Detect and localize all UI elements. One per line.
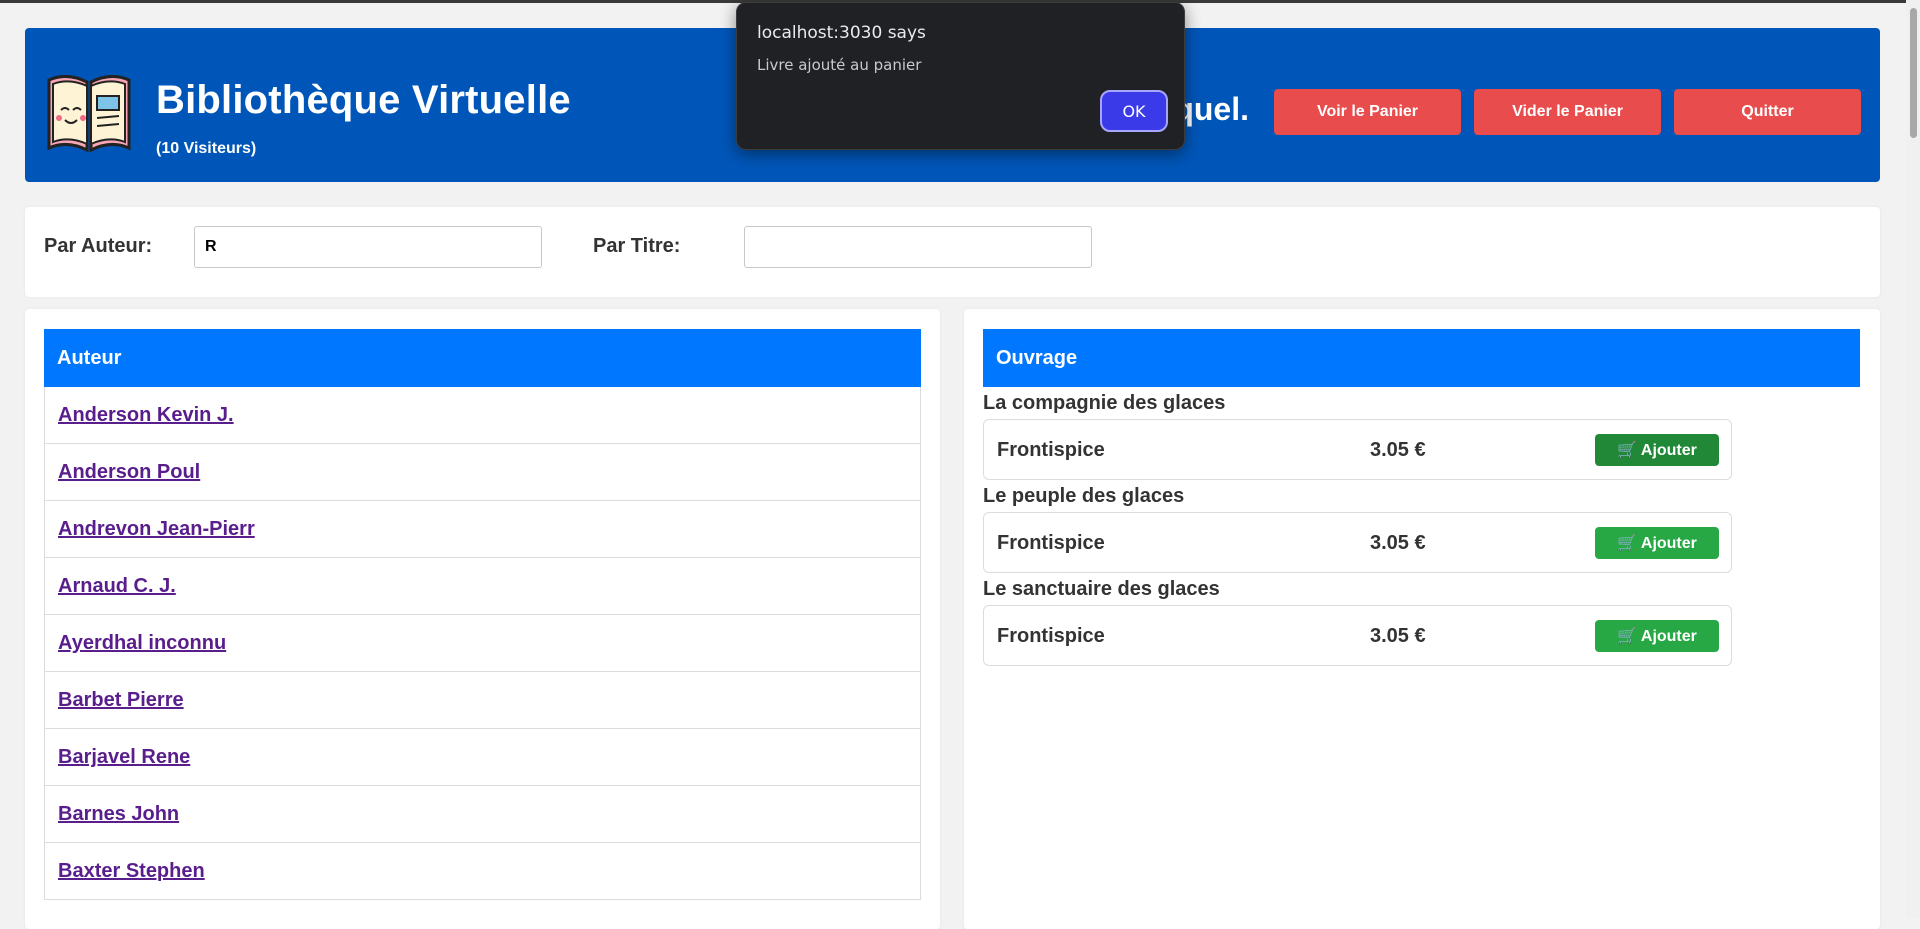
- list-item: Andrevon Jean-Pierr: [44, 501, 921, 558]
- title-filter-label: Par Titre:: [593, 235, 681, 257]
- author-link[interactable]: Barnes John: [58, 803, 179, 825]
- list-item: Ayerdhal inconnu: [44, 615, 921, 672]
- edition-price: 3.05 €: [1370, 625, 1426, 647]
- edition-name: Frontispice: [997, 625, 1105, 647]
- scrollbar-thumb[interactable]: [1910, 8, 1917, 138]
- edition-price: 3.05 €: [1370, 532, 1426, 554]
- works-panel: Ouvrage La compagnie des glaces Frontisp…: [964, 309, 1880, 929]
- author-link[interactable]: Ayerdhal inconnu: [58, 632, 226, 654]
- list-item: Barbet Pierre: [44, 672, 921, 729]
- view-cart-button[interactable]: Voir le Panier: [1274, 89, 1461, 135]
- list-item: Arnaud C. J.: [44, 558, 921, 615]
- author-link[interactable]: Barbet Pierre: [58, 689, 184, 711]
- dialog-ok-button[interactable]: OK: [1100, 90, 1168, 132]
- title-filter-input[interactable]: [744, 226, 1092, 268]
- list-item: Anderson Poul: [44, 444, 921, 501]
- author-link[interactable]: Anderson Poul: [58, 461, 200, 483]
- book-title: Le sanctuaire des glaces: [983, 578, 1220, 600]
- add-to-cart-button[interactable]: 🛒 Ajouter: [1595, 434, 1719, 466]
- author-link[interactable]: Arnaud C. J.: [58, 575, 176, 597]
- filter-bar: Par Auteur: Par Titre:: [25, 207, 1880, 297]
- quit-button[interactable]: Quitter: [1674, 89, 1861, 135]
- author-link[interactable]: Anderson Kevin J.: [58, 404, 234, 426]
- author-filter-label: Par Auteur:: [44, 235, 153, 257]
- alert-dialog: localhost:3030 says Livre ajouté au pani…: [736, 2, 1185, 150]
- author-panel: Auteur Anderson Kevin J. Anderson Poul A…: [25, 309, 940, 929]
- dialog-title: localhost:3030 says: [757, 23, 926, 43]
- book-edition-card: Frontispice 3.05 € 🛒 Ajouter: [983, 419, 1732, 480]
- add-to-cart-button[interactable]: 🛒 Ajouter: [1595, 527, 1719, 559]
- book-icon: [47, 75, 131, 153]
- book-title: La compagnie des glaces: [983, 392, 1226, 414]
- edition-name: Frontispice: [997, 532, 1105, 554]
- author-filter-input[interactable]: [194, 226, 542, 268]
- list-item: Baxter Stephen: [44, 843, 921, 900]
- list-item: Barnes John: [44, 786, 921, 843]
- visitor-count: (10 Visiteurs): [156, 140, 257, 157]
- page-scrollbar[interactable]: [1906, 0, 1920, 918]
- edition-name: Frontispice: [997, 439, 1105, 461]
- site-title: Bibliothèque Virtuelle: [156, 78, 571, 122]
- book-edition-card: Frontispice 3.05 € 🛒 Ajouter: [983, 512, 1732, 573]
- author-table-header: Auteur: [44, 329, 921, 387]
- dialog-message: Livre ajouté au panier: [757, 56, 922, 74]
- author-list: Anderson Kevin J. Anderson Poul Andrevon…: [44, 387, 921, 900]
- book-title: Le peuple des glaces: [983, 485, 1185, 507]
- edition-price: 3.05 €: [1370, 439, 1426, 461]
- empty-cart-button[interactable]: Vider le Panier: [1474, 89, 1661, 135]
- author-link[interactable]: Baxter Stephen: [58, 860, 205, 882]
- list-item: Anderson Kevin J.: [44, 387, 921, 444]
- author-link[interactable]: Barjavel Rene: [58, 746, 190, 768]
- list-item: Barjavel Rene: [44, 729, 921, 786]
- works-table-header: Ouvrage: [983, 329, 1860, 387]
- author-link[interactable]: Andrevon Jean-Pierr: [58, 518, 255, 540]
- book-edition-card: Frontispice 3.05 € 🛒 Ajouter: [983, 605, 1732, 666]
- add-to-cart-button[interactable]: 🛒 Ajouter: [1595, 620, 1719, 652]
